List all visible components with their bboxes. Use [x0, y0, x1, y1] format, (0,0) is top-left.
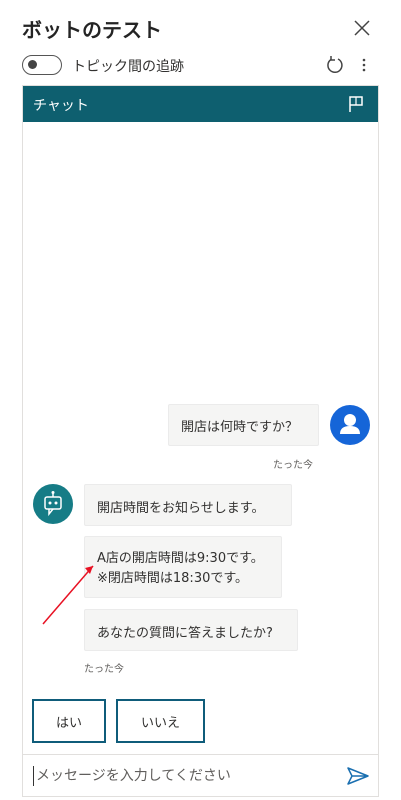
bot-message-line: A店の開店時間は9:30です。 [97, 551, 264, 566]
page-title: ボットのテスト [22, 18, 162, 42]
message-input-bar [23, 754, 378, 797]
user-avatar [330, 405, 370, 445]
quick-reply-no-button[interactable]: いいえ [116, 699, 205, 743]
quick-reply-yes-button[interactable]: はい [32, 699, 106, 743]
chat-title: チャット [33, 98, 89, 114]
bot-avatar [33, 484, 73, 524]
bot-message: あなたの質問に答えましたか? [84, 609, 298, 651]
refresh-icon[interactable] [325, 55, 345, 75]
user-message: 開店は何時ですか？ [168, 404, 319, 446]
flag-icon[interactable] [347, 95, 365, 113]
red-arrow-annotation [42, 565, 94, 625]
message-input[interactable] [33, 766, 331, 786]
bot-message: 開店時間をお知らせします。 [84, 484, 292, 526]
more-options-icon[interactable] [357, 55, 371, 75]
toggle-label: トピック間の追跡 [72, 59, 184, 75]
chat-panel: チャット 開店は何時ですか？ たった今 開店時間をお知らせします。 A店の開店時… [22, 85, 379, 797]
robot-icon [44, 491, 62, 517]
topic-tracking-toggle[interactable] [22, 55, 62, 75]
toggle-knob [28, 60, 37, 69]
person-icon [340, 414, 360, 434]
bot-message-line: ※閉店時間は18:30です。 [97, 571, 249, 586]
bot-timestamp: たった今 [84, 664, 124, 675]
bot-message: A店の開店時間は9:30です。 ※閉店時間は18:30です。 [84, 536, 282, 598]
user-timestamp: たった今 [273, 460, 313, 471]
chat-header: チャット [23, 86, 378, 122]
close-icon[interactable] [352, 18, 372, 38]
send-icon[interactable] [347, 766, 369, 786]
